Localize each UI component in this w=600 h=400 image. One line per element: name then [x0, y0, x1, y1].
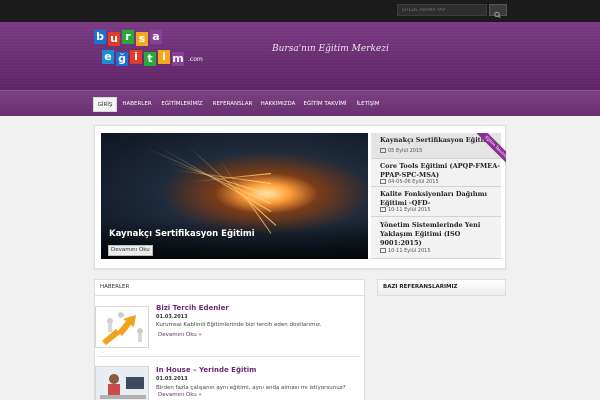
- search-button[interactable]: [489, 4, 507, 19]
- logo-letter: m: [172, 52, 184, 66]
- logo-letter: a: [150, 30, 162, 44]
- slider-item-title: Yönetim Sistemlerinde Yeni Yaklaşım Eğit…: [380, 221, 481, 247]
- news-item-date: 01.03.2013: [156, 376, 188, 382]
- nav-item-giris[interactable]: GİRİŞ: [93, 97, 117, 112]
- slider-item-title: Kalite Fonksiyonları Dağılımı Eğitimi -Q…: [380, 190, 487, 207]
- site-tagline: Bursa'nın Eğitim Merkezi: [272, 44, 389, 54]
- logo-letter: i: [130, 50, 142, 64]
- slider-item-date: 10-11 Eylül 2015: [380, 248, 431, 254]
- office-worker-image-icon: [96, 367, 148, 400]
- references-section-title: BAZI REFERANSLARIMIZ: [377, 279, 506, 296]
- news-item-title[interactable]: In House – Yerinde Eğitim: [156, 366, 256, 374]
- news-item-excerpt: Kurumsal Kablimli Eğitimlerinde bizi ter…: [156, 322, 322, 328]
- top-bar: [0, 0, 600, 22]
- slider-list-item[interactable]: Yönetim Sistemlerinde Yeni Yaklaşım Eğit…: [371, 217, 501, 259]
- slider-list-item[interactable]: Kalite Fonksiyonları Dağılımı Eğitimi -Q…: [371, 187, 501, 217]
- calendar-icon: [380, 248, 386, 253]
- nav-item-iletisim[interactable]: İLETİŞİM: [353, 97, 383, 112]
- slider-item-date: 04-05-06 Eylül 2015: [380, 179, 439, 185]
- news-read-more-link[interactable]: Devamını Oku »: [158, 392, 202, 398]
- logo-letter: t: [144, 52, 156, 66]
- nav-item-hakkimizda[interactable]: HAKKIMIZDA: [258, 97, 298, 112]
- slider-item-date: 10-11 Eylül 2015: [380, 207, 431, 213]
- logo-letter: b: [94, 30, 106, 44]
- slider-item-date: 05 Eylül 2015: [380, 148, 422, 154]
- search-icon: [494, 11, 501, 19]
- logo-letter: e: [102, 50, 114, 64]
- slide-title[interactable]: Kaynakçı Sertifikasyon Eğitimi: [109, 229, 255, 239]
- logo-letter: u: [108, 32, 120, 46]
- site-header: [0, 22, 600, 90]
- logo-letter: i: [158, 50, 170, 64]
- calendar-icon: [380, 207, 386, 212]
- slide-read-more-button[interactable]: Devamını Oku: [108, 245, 153, 256]
- nav-item-referanslar[interactable]: REFERANSLAR: [209, 97, 256, 112]
- news-thumbnail[interactable]: [95, 366, 149, 400]
- logo-letter: ğ: [116, 52, 128, 66]
- nav-item-egitim-takvimi[interactable]: EĞİTİM TAKVİMİ: [300, 97, 350, 112]
- logo-letter: s: [136, 32, 148, 46]
- nav-item-haberler[interactable]: HABERLER: [120, 97, 154, 112]
- news-divider: [98, 356, 360, 357]
- news-section-title: HABERLER: [94, 279, 365, 296]
- site-logo[interactable]: b u r s a e ğ i t i m .com: [94, 30, 212, 70]
- calendar-icon: [380, 148, 386, 153]
- news-item-date: 01.03.2013: [156, 314, 188, 320]
- nav-item-egitimlerimiz[interactable]: EĞİTİMLERİMİZ: [157, 97, 207, 112]
- search-input[interactable]: [397, 4, 487, 16]
- news-read-more-link[interactable]: Devamını Oku »: [158, 332, 202, 338]
- logo-suffix: .com: [188, 56, 203, 63]
- slide-image[interactable]: [101, 133, 368, 259]
- news-thumbnail[interactable]: [95, 306, 149, 348]
- calendar-ribbon[interactable]: Eğitim Takvimi: [472, 133, 506, 167]
- arrow-people-image-icon: [102, 312, 143, 345]
- logo-letter: r: [122, 30, 134, 44]
- calendar-icon: [380, 179, 386, 184]
- news-item-excerpt: Birden fazla çalışanın aynı eğitimi, ayn…: [156, 385, 346, 391]
- news-item-title[interactable]: Bizi Tercih Edenler: [156, 304, 229, 312]
